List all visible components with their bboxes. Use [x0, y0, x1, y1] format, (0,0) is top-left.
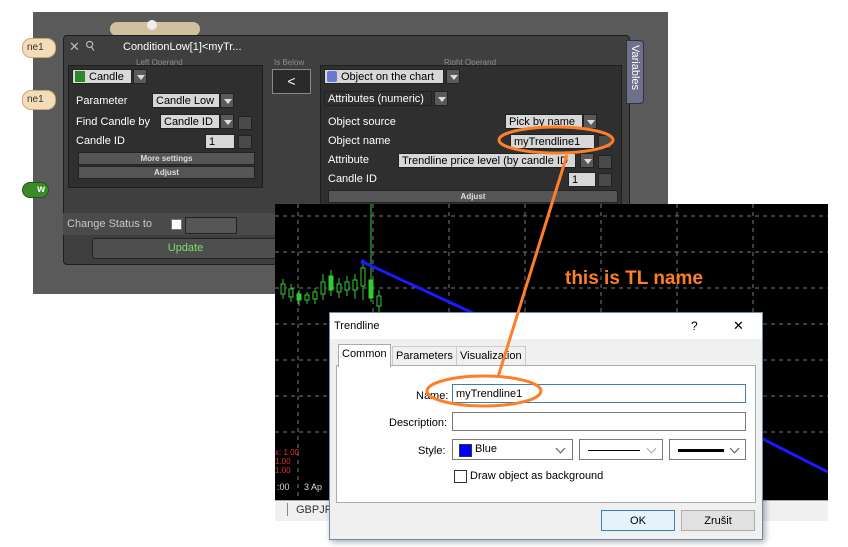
object-name-label: Object name — [328, 135, 391, 147]
trendline-dialog: Trendline ? ✕ Common Parameters Visualiz… — [329, 312, 763, 540]
left-adjust-button[interactable]: Adjust — [78, 166, 255, 179]
line-width-select[interactable] — [669, 439, 746, 460]
cancel-button[interactable]: Zrušit — [681, 510, 755, 531]
chevron-down-icon — [646, 443, 657, 454]
help-button[interactable]: ? — [691, 319, 698, 333]
tab-visualization[interactable]: Visualization — [456, 346, 526, 366]
right-candle-id-checkbox[interactable] — [598, 173, 612, 187]
object-source-select[interactable]: Pick by name — [505, 114, 583, 129]
indicator-value: 1.00 — [275, 457, 291, 466]
attribute-dropdown[interactable] — [580, 153, 594, 168]
right-adjust-button[interactable]: Adjust — [328, 190, 618, 203]
object-source-label: Object source — [328, 116, 396, 128]
name-label: Name: — [416, 390, 449, 402]
find-candle-checkbox[interactable] — [238, 116, 252, 130]
draw-background-checkbox[interactable] — [454, 470, 467, 483]
name-input[interactable]: myTrendline1 — [452, 384, 746, 403]
chevron-down-icon — [729, 443, 740, 454]
time-label-1: :00 — [277, 482, 290, 492]
parameter-dropdown[interactable] — [220, 93, 234, 108]
object-source-dropdown[interactable] — [583, 114, 597, 129]
close-icon[interactable]: ✕ — [69, 39, 80, 55]
trendline-extension — [760, 436, 828, 474]
indicator-value: 1.00 — [275, 466, 291, 475]
is-below-label: Is Below — [274, 58, 305, 67]
block-stub-label: ne1 — [27, 94, 44, 105]
attributes-select[interactable]: Attributes (numeric) — [324, 91, 432, 106]
color-swatch — [459, 444, 472, 457]
change-status-label: Change Status to — [67, 218, 153, 230]
change-status-checkbox[interactable] — [171, 219, 182, 230]
line-style-select[interactable] — [579, 439, 663, 460]
change-status-select[interactable] — [185, 217, 237, 234]
candle-icon — [75, 71, 85, 82]
right-candle-id-label: Candle ID — [328, 173, 377, 185]
dialog-title: Trendline — [334, 320, 380, 332]
draw-background-label: Draw object as background — [470, 470, 604, 482]
parameter-label: Parameter — [76, 95, 128, 107]
chevron-down-icon — [555, 443, 566, 454]
find-candle-dropdown[interactable] — [220, 114, 234, 129]
line-style-preview — [588, 450, 640, 451]
attribute-label: Attribute — [328, 154, 369, 166]
candle-id-label: Candle ID — [76, 135, 125, 147]
variables-tab[interactable]: Variables — [626, 40, 644, 104]
tab-separator — [287, 503, 288, 516]
operator-button[interactable]: < — [272, 69, 311, 94]
block-stub-1[interactable]: ne1 — [22, 38, 56, 58]
line-width-preview — [678, 449, 724, 452]
tab-common[interactable]: Common — [338, 344, 391, 367]
ok-button[interactable]: OK — [601, 510, 675, 531]
green-block-stub[interactable]: w — [22, 182, 49, 198]
parameter-select[interactable]: Candle Low — [152, 93, 220, 108]
right-operand-type[interactable]: Object on the chart — [324, 69, 444, 84]
color-select[interactable]: Blue — [452, 439, 573, 460]
object-icon — [327, 71, 337, 82]
tab-parameters[interactable]: Parameters — [392, 346, 457, 366]
chart-candles — [280, 204, 382, 314]
variables-tab-label: Variables — [629, 45, 641, 91]
indicator-value: x: 1.00 — [275, 448, 300, 457]
block-stub-label: ne1 — [27, 42, 44, 53]
left-operand-type-label: Candle — [89, 71, 124, 83]
right-type-dropdown[interactable] — [446, 69, 460, 84]
trendline-anchor[interactable] — [360, 259, 366, 265]
candle-id-input[interactable]: 1 — [205, 134, 235, 149]
description-input[interactable] — [452, 412, 746, 431]
color-name: Blue — [475, 443, 498, 455]
attribute-checkbox[interactable] — [598, 155, 612, 169]
description-label: Description: — [389, 417, 448, 429]
object-name-input[interactable]: myTrendline1 — [510, 134, 595, 149]
green-stub-label: w — [37, 184, 45, 195]
time-label-2: 3 Ap — [304, 482, 323, 492]
find-candle-select[interactable]: Candle ID — [160, 114, 220, 129]
panel-title: ConditionLow[1]<myTr... — [123, 41, 242, 53]
annotation-text: this is TL name — [565, 268, 703, 289]
style-label: Style: — [418, 445, 446, 457]
attributes-dropdown[interactable] — [434, 91, 448, 106]
attribute-select[interactable]: Trendline price level (by candle ID — [398, 153, 576, 168]
candle-id-checkbox[interactable] — [238, 135, 252, 149]
find-candle-label: Find Candle by — [76, 116, 150, 128]
object-name-checkbox[interactable] — [598, 135, 612, 149]
connector-dot — [147, 20, 157, 30]
right-operand-type-label: Object on the chart — [341, 71, 434, 83]
close-button[interactable]: ✕ — [733, 318, 744, 334]
symbol-tab[interactable]: GBPJP — [296, 504, 332, 516]
indicator-values: x: 1.00 1.00 1.00 — [275, 448, 299, 475]
block-stub-2[interactable]: ne1 — [22, 90, 56, 110]
left-type-dropdown[interactable] — [133, 69, 147, 84]
left-operand-type[interactable]: Candle — [72, 69, 132, 84]
more-settings-button[interactable]: More settings — [78, 152, 255, 165]
update-button[interactable]: Update — [92, 238, 279, 259]
right-candle-id-input[interactable]: 1 — [568, 172, 596, 187]
